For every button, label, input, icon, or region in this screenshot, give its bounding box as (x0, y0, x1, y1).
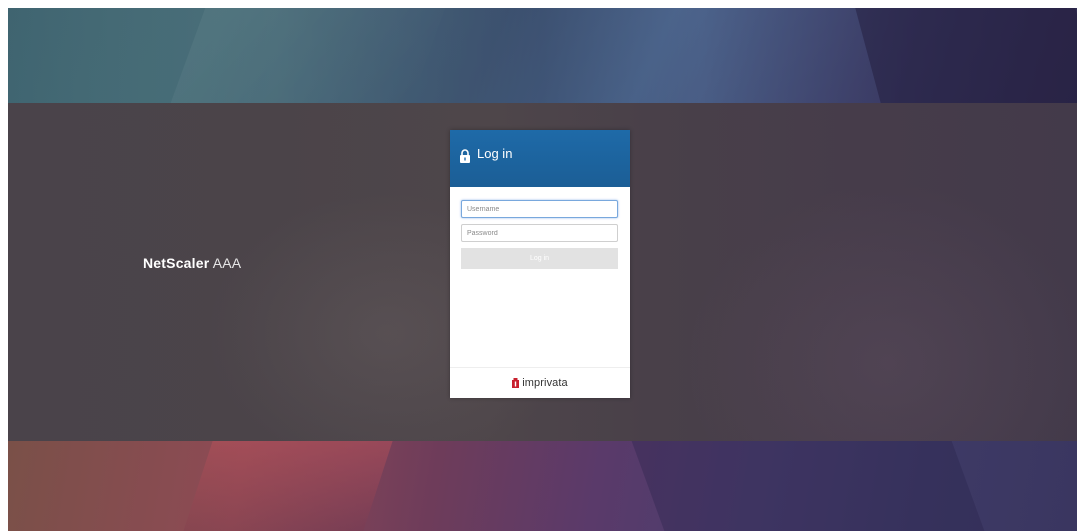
username-input[interactable] (461, 200, 618, 218)
password-input[interactable] (461, 224, 618, 242)
imprivata-logo-icon (512, 378, 520, 388)
vendor-name: imprivata (522, 377, 568, 389)
brand-name-light: AAA (212, 255, 242, 271)
login-card-header: Log in (450, 130, 630, 187)
background-bottom-band (8, 441, 1077, 531)
login-button[interactable]: Log in (461, 248, 618, 269)
background-top-band (8, 8, 1077, 103)
brand-name-bold: NetScaler (143, 255, 210, 271)
login-title: Log in (477, 146, 513, 161)
vendor-footer: imprivata (450, 367, 630, 398)
login-card: Log in Log in imprivata (450, 130, 630, 398)
lock-icon (460, 149, 470, 163)
login-form: Log in (450, 187, 630, 269)
brand-title: NetScaler AAA (143, 255, 241, 271)
